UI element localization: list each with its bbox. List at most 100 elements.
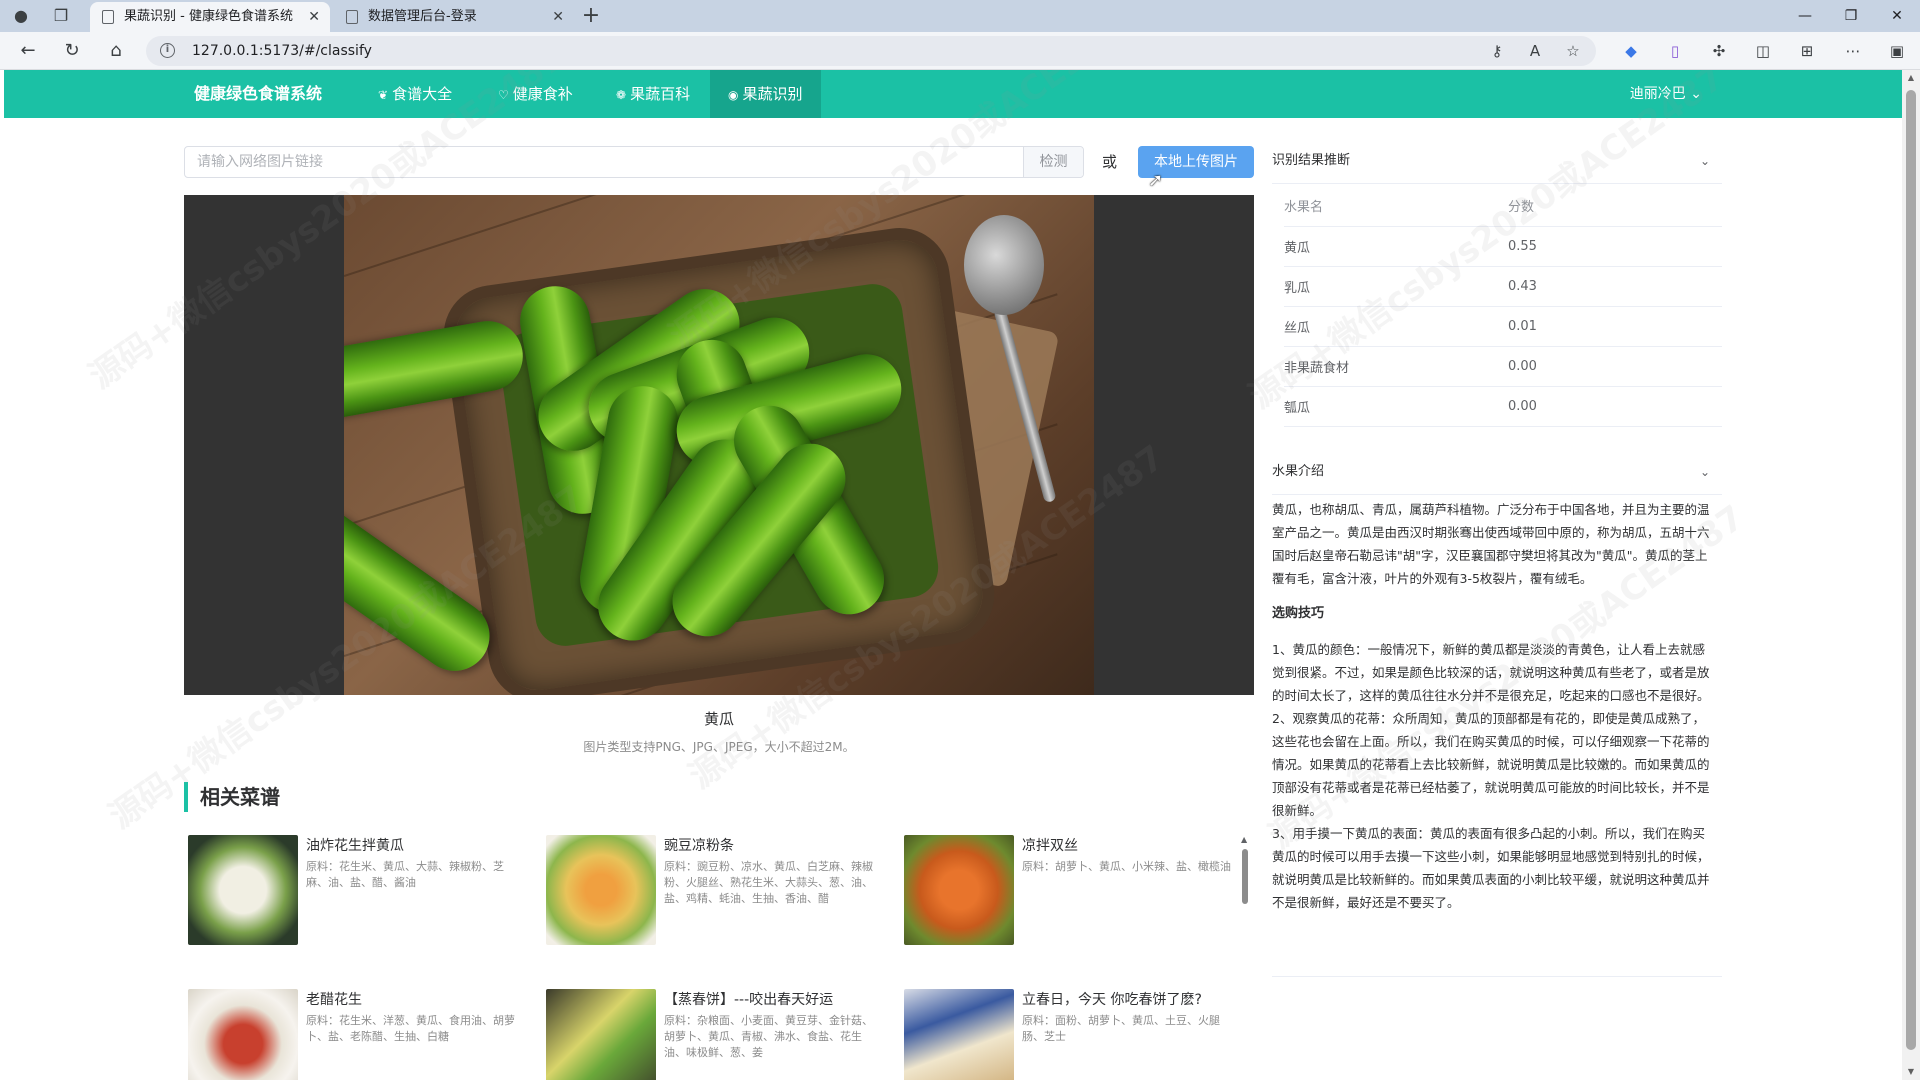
recipe-image[interactable] — [546, 835, 656, 945]
home-icon[interactable]: ⌂ — [102, 38, 130, 64]
divider — [1272, 976, 1722, 977]
user-menu[interactable]: 迪丽冷巴 ⌄ — [1630, 70, 1702, 118]
page-icon — [102, 10, 114, 24]
mouse-cursor-icon: ➚ — [1148, 170, 1164, 191]
recipe-ingredients: 原料：杂粮面、小麦面、黄豆芽、金针菇、胡萝卜、黄瓜、青椒、沸水、食盐、花生油、味… — [664, 1014, 873, 1059]
browser-toolbar: ← ↻ ⌂ i 127.0.0.1:5173/#/classify ⚷ A ☆ … — [0, 32, 1920, 70]
image-url-input-group: 检测 — [184, 146, 1084, 178]
recipe-title[interactable]: 老醋花生 — [306, 989, 532, 1009]
scroll-up-arrow-icon[interactable]: ▲ — [1902, 70, 1920, 86]
recognition-table: 水果名 分数 黄瓜 0.55 乳瓜 0.43 丝瓜 0.01 非果蔬食材 0.00 瓠瓜… — [1284, 186, 1722, 427]
extension-icon[interactable]: ◆ — [1618, 38, 1644, 64]
tip-item: 1、黄瓜的颜色：一般情况下，新鲜的黄瓜都是淡淡的青黄色，让人看上去就感觉到很紧。… — [1272, 642, 1710, 703]
split-screen-icon[interactable]: ◫ — [1750, 38, 1776, 64]
cucumber-photo — [344, 195, 1094, 695]
tips-title: 选购技巧 — [1272, 606, 1325, 621]
recipe-image[interactable] — [904, 835, 1014, 945]
fruit-score: 0.00 — [1508, 346, 1722, 387]
back-icon[interactable]: ← — [14, 38, 42, 64]
image-preview — [184, 195, 1254, 695]
scroll-thumb[interactable] — [1242, 849, 1248, 904]
recipe-ingredients: 原料：花生米、洋葱、黄瓜、食用油、胡萝卜、盐、老陈醋、生抽、白糖 — [306, 1014, 515, 1043]
scroll-down-arrow-icon[interactable]: ▼ — [1902, 1064, 1920, 1080]
url-text[interactable]: 127.0.0.1:5173/#/classify — [192, 36, 372, 66]
favorite-star-icon[interactable]: ☆ — [1560, 38, 1586, 64]
new-tab-icon[interactable]: + — [578, 4, 604, 30]
reading-view-icon[interactable]: ▯ — [1662, 38, 1688, 64]
recipe-ingredients: 原料：花生米、黄瓜、大蒜、辣椒粉、芝麻、油、盐、醋、酱油 — [306, 860, 504, 889]
recognition-title: 识别结果推断 — [1272, 153, 1351, 168]
user-name: 迪丽冷巴 — [1629, 86, 1686, 102]
page-viewport: 健康绿色食谱系统 ❦ 食谱大全 ♡ 健康食补 ❁ 果蔬百科 ◉ 果蔬识别 迪丽冷巴 ⌄ … — [0, 70, 1920, 1080]
nav-item-recipes[interactable]: ❦ 食谱大全 — [360, 70, 470, 118]
more-menu-icon[interactable]: ⋯ — [1840, 38, 1866, 64]
recipe-title[interactable]: 凉拌双丝 — [1022, 835, 1240, 855]
fruit-score: 0.00 — [1508, 386, 1722, 427]
image-url-input[interactable] — [185, 147, 1023, 177]
recipe-image[interactable] — [904, 989, 1014, 1080]
refresh-icon[interactable]: ↻ — [58, 38, 86, 64]
minimize-icon[interactable]: — — [1782, 0, 1828, 32]
address-bar[interactable]: i 127.0.0.1:5173/#/classify ⚷ A ☆ — [146, 36, 1596, 66]
recipe-image[interactable] — [188, 989, 298, 1080]
recipe-title[interactable]: 油炸花生拌黄瓜 — [306, 835, 532, 855]
recipe-image[interactable] — [546, 989, 656, 1080]
profile-icon[interactable]: ● — [10, 5, 32, 27]
collections-icon[interactable]: ⊞ — [1794, 38, 1820, 64]
intro-collapse-header[interactable]: 水果介绍 ⌄ — [1272, 449, 1722, 495]
nav-item-classify[interactable]: ◉ 果蔬识别 — [710, 70, 821, 118]
page-scroll-thumb[interactable] — [1906, 90, 1916, 1050]
apple-icon: ❁ — [616, 88, 627, 102]
recognition-collapse-header[interactable]: 识别结果推断 ⌄ — [1272, 138, 1722, 184]
recipe-card[interactable]: 【蒸春饼】---咬出春天好运 原料：杂粮面、小麦面、黄豆芽、金针菇、胡萝卜、黄瓜… — [542, 989, 892, 1080]
nav-label: 健康食补 — [512, 85, 573, 103]
close-icon[interactable]: ✕ — [552, 2, 564, 32]
recipe-card[interactable]: 老醋花生 原料：花生米、洋葱、黄瓜、食用油、胡萝卜、盐、老陈醋、生抽、白糖 — [184, 989, 534, 1080]
column-header-name: 水果名 — [1284, 186, 1508, 227]
detect-button[interactable]: 检测 — [1023, 147, 1083, 177]
nav-item-encyclopedia[interactable]: ❁ 果蔬百科 — [598, 70, 708, 118]
leaf-icon: ❦ — [378, 88, 389, 102]
recipe-card[interactable]: 凉拌双丝 原料：胡萝卜、黄瓜、小米辣、盐、橄榄油 — [900, 835, 1240, 955]
nav-item-health[interactable]: ♡ 健康食补 — [480, 70, 591, 118]
browser-tab-classify[interactable]: 果蔬识别 - 健康绿色食谱系统 ✕ — [90, 2, 330, 32]
column-header-score: 分数 — [1508, 186, 1722, 227]
recipe-list-scrollbar[interactable]: ▲ — [1240, 835, 1250, 1080]
key-icon[interactable]: ⚷ — [1484, 38, 1510, 64]
recipe-ingredients: 原料：豌豆粉、凉水、黄瓜、白芝麻、辣椒粉、火腿丝、熟花生米、大蒜头、葱、油、盐、… — [664, 860, 873, 905]
camera-icon: ◉ — [728, 88, 739, 102]
read-aloud-icon[interactable]: A — [1522, 38, 1548, 64]
chevron-down-icon: ⌄ — [1699, 465, 1710, 479]
extensions-puzzle-icon[interactable]: ✣ — [1706, 38, 1732, 64]
recipe-card[interactable]: 油炸花生拌黄瓜 原料：花生米、黄瓜、大蒜、辣椒粉、芝麻、油、盐、醋、酱油 — [184, 835, 534, 955]
recipe-card[interactable]: 豌豆凉粉条 原料：豌豆粉、凉水、黄瓜、白芝麻、辣椒粉、火腿丝、熟花生米、大蒜头、… — [542, 835, 892, 955]
brand-title[interactable]: 健康绿色食谱系统 — [194, 70, 322, 118]
table-row: 瓠瓜 0.00 — [1284, 386, 1722, 427]
recipe-card[interactable]: 立春日，今天 你吃春饼了麽? 原料：面粉、胡萝卜、黄瓜、土豆、火腿肠、芝士 — [900, 989, 1240, 1080]
table-row: 黄瓜 0.55 — [1284, 226, 1722, 267]
chevron-down-icon: ⌄ — [1699, 154, 1710, 168]
scroll-up-arrow-icon[interactable]: ▲ — [1241, 835, 1247, 844]
recipe-title[interactable]: 【蒸春饼】---咬出春天好运 — [664, 989, 890, 1009]
fruit-score: 0.43 — [1508, 266, 1722, 307]
fruit-score: 0.55 — [1508, 226, 1722, 267]
close-icon[interactable]: ✕ — [308, 2, 320, 32]
fruit-name: 丝瓜 — [1284, 306, 1508, 347]
recipe-title[interactable]: 立春日，今天 你吃春饼了麽? — [1022, 989, 1240, 1009]
browser-tab-admin-login[interactable]: 数据管理后台-登录 ✕ — [334, 2, 574, 32]
app-navbar: 健康绿色食谱系统 ❦ 食谱大全 ♡ 健康食补 ❁ 果蔬百科 ◉ 果蔬识别 迪丽冷巴 ⌄ — [4, 70, 1902, 118]
sidebar-toggle-icon[interactable]: ▣ — [1884, 38, 1910, 64]
restore-icon[interactable]: ❐ — [1828, 0, 1874, 32]
close-window-icon[interactable]: ✕ — [1874, 0, 1920, 32]
info-icon[interactable]: i — [160, 43, 175, 58]
chevron-down-icon: ⌄ — [1690, 86, 1702, 102]
recipe-image[interactable] — [188, 835, 298, 945]
recipe-title[interactable]: 豌豆凉粉条 — [664, 835, 890, 855]
tab-title: 果蔬识别 - 健康绿色食谱系统 — [124, 9, 293, 24]
result-name: 黄瓜 — [703, 710, 734, 728]
recipe-ingredients: 原料：面粉、胡萝卜、黄瓜、土豆、火腿肠、芝士 — [1022, 1014, 1220, 1043]
tab-actions-icon[interactable]: ❐ — [50, 5, 72, 27]
page-scrollbar[interactable]: ▲ ▼ — [1902, 70, 1920, 1080]
fruit-name: 乳瓜 — [1284, 266, 1508, 307]
nav-label: 果蔬百科 — [630, 85, 691, 103]
